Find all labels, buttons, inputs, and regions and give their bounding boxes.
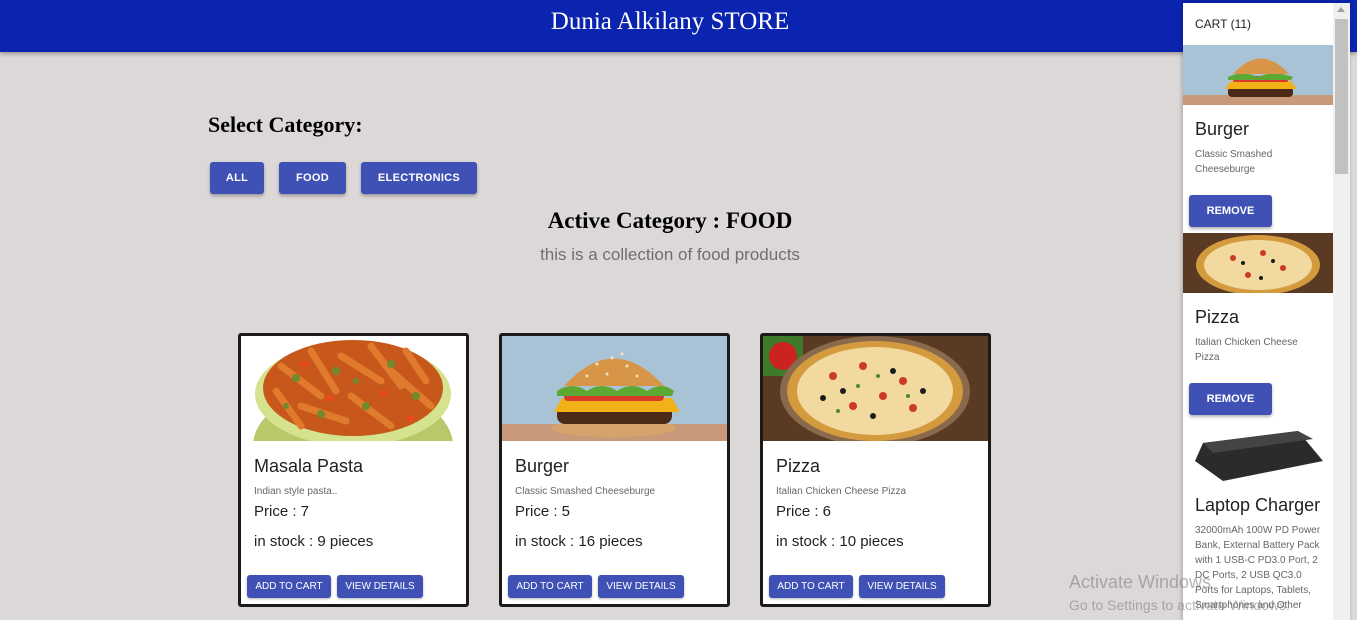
category-description: this is a collection of food products xyxy=(540,245,800,264)
pasta-image xyxy=(241,336,466,441)
category-food-button[interactable]: FOOD xyxy=(279,162,346,194)
category-electronics-button[interactable]: ELECTRONICS xyxy=(361,162,477,194)
remove-button[interactable]: REMOVE xyxy=(1189,195,1272,227)
product-name: Masala Pasta xyxy=(254,456,364,476)
cart-item-description: Classic Smashed Cheeseburge xyxy=(1195,149,1273,175)
view-details-button[interactable]: VIEW DETAILS xyxy=(337,575,423,598)
add-to-cart-button[interactable]: ADD TO CART xyxy=(247,575,331,598)
app-header: Dunia Alkilany STORE xyxy=(0,0,1357,52)
laptop-charger-image xyxy=(1183,421,1333,481)
pizza-image xyxy=(1183,233,1333,293)
pizza-image xyxy=(763,336,988,441)
category-all-button[interactable]: ALL xyxy=(210,162,264,194)
select-category-heading: Select Category: xyxy=(208,112,363,137)
product-name: Burger xyxy=(515,456,570,476)
cart-panel: CART (11) Burger Classic Smashed Cheeseb… xyxy=(1183,3,1350,620)
cart-title: CART (11) xyxy=(1195,17,1252,31)
product-description: Indian style pasta.. xyxy=(254,486,338,497)
scroll-up-arrow-icon[interactable] xyxy=(1337,7,1345,12)
product-card: Pizza Italian Chicken Cheese Pizza Price… xyxy=(760,333,991,607)
product-stock: in stock : 16 pieces xyxy=(515,533,643,550)
remove-button[interactable]: REMOVE xyxy=(1189,383,1272,415)
cart-item-name: Pizza xyxy=(1195,307,1240,327)
cart-item-description: Italian Chicken Cheese Pizza xyxy=(1195,337,1298,363)
product-stock: in stock : 10 pieces xyxy=(776,533,904,550)
cart-item-name: Laptop Charger xyxy=(1195,495,1321,515)
product-name: Pizza xyxy=(776,456,821,476)
activate-windows-subtext: Go to Settings to activate Windows. xyxy=(1069,597,1290,613)
view-details-button[interactable]: VIEW DETAILS xyxy=(859,575,945,598)
activate-windows-watermark: Activate Windows xyxy=(1069,572,1212,592)
product-description: Italian Chicken Cheese Pizza xyxy=(776,486,907,497)
burger-image xyxy=(1183,45,1333,105)
product-price: Price : 6 xyxy=(776,503,832,520)
product-stock: in stock : 9 pieces xyxy=(254,533,374,550)
product-price: Price : 7 xyxy=(254,503,310,520)
cart-item-name: Burger xyxy=(1195,119,1250,139)
product-price: Price : 5 xyxy=(515,503,571,520)
cart-scrollbar[interactable] xyxy=(1333,3,1350,620)
product-card: Burger Classic Smashed Cheeseburge Price… xyxy=(499,333,730,607)
active-category-heading: Active Category : FOOD xyxy=(547,208,793,233)
burger-image xyxy=(502,336,727,441)
add-to-cart-button[interactable]: ADD TO CART xyxy=(508,575,592,598)
store-title: Dunia Alkilany STORE xyxy=(550,8,790,35)
view-details-button[interactable]: VIEW DETAILS xyxy=(598,575,684,598)
product-description: Classic Smashed Cheeseburge xyxy=(515,486,656,497)
cart-scroll-thumb[interactable] xyxy=(1335,19,1348,174)
product-card: Masala Pasta Indian style pasta.. Price … xyxy=(238,333,469,607)
add-to-cart-button[interactable]: ADD TO CART xyxy=(769,575,853,598)
